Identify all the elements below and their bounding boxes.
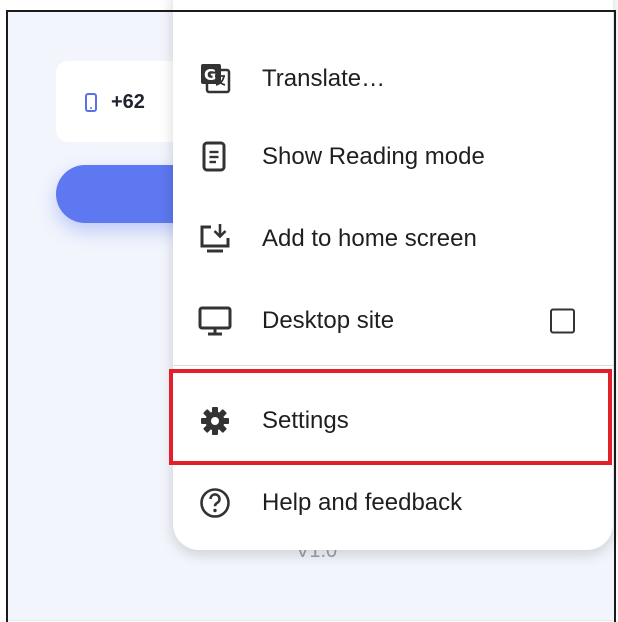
menu-item-label: Desktop site: [262, 307, 395, 334]
browser-overflow-menu: G Translate… Show Reading mode Add to ho…: [173, 0, 613, 550]
svg-text:G: G: [204, 66, 216, 84]
settings-highlight-box: [169, 369, 612, 465]
translate-icon: G: [197, 61, 233, 97]
menu-item-reading-mode[interactable]: Show Reading mode: [173, 117, 613, 197]
menu-item-label: Help and feedback: [262, 489, 463, 516]
menu-item-desktop-site[interactable]: Desktop site: [173, 281, 613, 361]
help-icon: [197, 485, 233, 521]
menu-item-help-and-feedback[interactable]: Help and feedback: [173, 463, 613, 543]
reading-mode-icon: [197, 139, 233, 175]
menu-item-add-to-home-screen[interactable]: Add to home screen: [173, 199, 613, 279]
menu-item-label: Translate…: [262, 65, 386, 92]
desktop-icon: [197, 303, 233, 339]
add-to-home-screen-icon: [197, 221, 233, 257]
menu-item-label: Show Reading mode: [262, 143, 485, 170]
menu-divider: [173, 365, 613, 366]
desktop-site-checkbox[interactable]: [550, 308, 575, 334]
phone-country-code: +62: [111, 91, 145, 113]
menu-item-label: Add to home screen: [262, 225, 477, 252]
menu-item-translate[interactable]: G Translate…: [173, 39, 613, 119]
phone-icon: [85, 93, 97, 112]
